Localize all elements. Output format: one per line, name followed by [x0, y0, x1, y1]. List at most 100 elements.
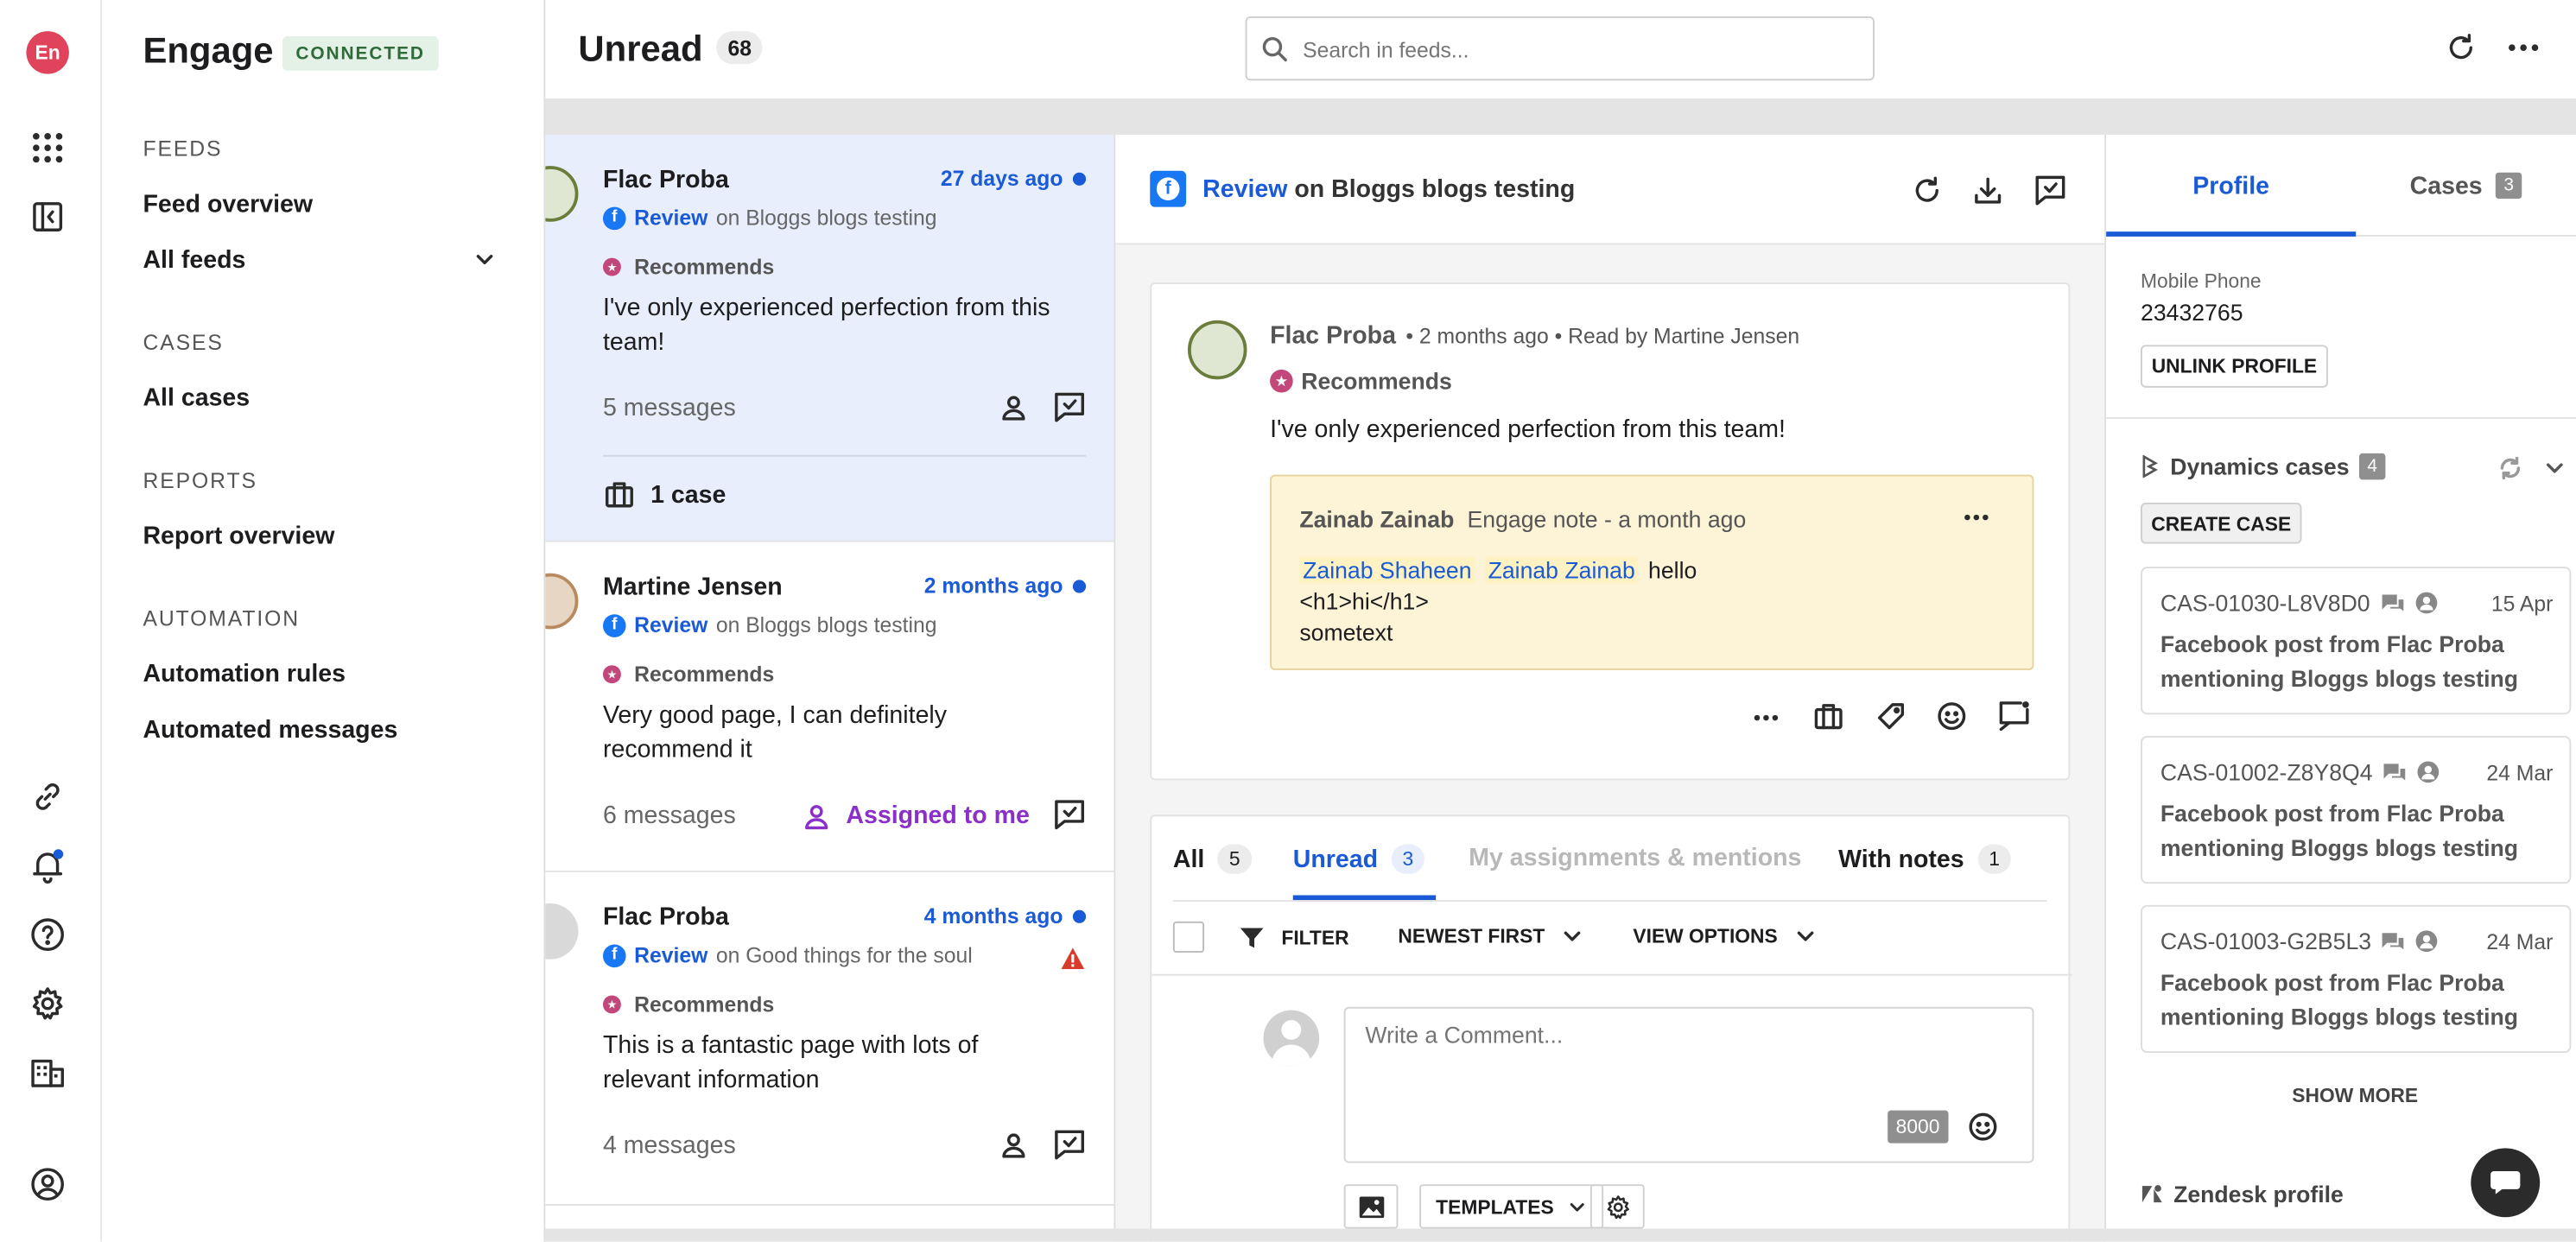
briefcase-icon[interactable]: [1814, 701, 1843, 731]
phone-value: 23432765: [2141, 299, 2243, 326]
sidebar-item-automation-rules[interactable]: Automation rules: [143, 661, 346, 688]
profile-tabs: Profile Cases 3: [2106, 134, 2576, 237]
chevron-down-icon[interactable]: [2543, 457, 2566, 480]
post-text: I've only experienced perfection from th…: [1270, 415, 1786, 444]
star-icon: ★: [602, 665, 621, 684]
tab-my-assignments[interactable]: My assignments & mentions: [1469, 845, 1801, 872]
sidebar-item-automated-messages[interactable]: Automated messages: [143, 716, 397, 744]
horizontal-scrollbar[interactable]: [545, 1228, 2576, 1242]
show-more-button[interactable]: SHOW MORE: [2106, 1084, 2576, 1107]
case-title: Facebook post from Flac Proba mentioning…: [2160, 800, 2519, 861]
case-card[interactable]: CAS-01030-L8V8D0 15 Apr Facebook post fr…: [2141, 567, 2572, 715]
chat-check-icon[interactable]: [1053, 1129, 1086, 1160]
smiley-icon[interactable]: [1937, 701, 1966, 731]
tab-all[interactable]: All 5: [1173, 844, 1252, 874]
templates-dropdown[interactable]: TEMPLATES: [1419, 1184, 1603, 1229]
note-line-3: sometext: [1299, 618, 1393, 646]
chat-bubble-icon[interactable]: [2471, 1148, 2541, 1218]
mention[interactable]: Zainab Shaheen: [1299, 556, 1475, 584]
create-case-button[interactable]: CREATE CASE: [2141, 502, 2302, 544]
feed-item-rating: ★ Recommends: [602, 662, 774, 687]
assigned-to-me[interactable]: Assigned to me: [803, 802, 1030, 829]
note-line-2: <h1>hi</h1>: [1299, 587, 1429, 615]
feed-item-text: Very good page, I can definitely recomme…: [602, 701, 948, 764]
chat-check-icon[interactable]: [1053, 391, 1086, 422]
app-logo[interactable]: En: [26, 31, 69, 74]
unread-dot: [1072, 579, 1087, 592]
sidebar-toggle-icon[interactable]: [26, 195, 68, 238]
chevron-down-icon[interactable]: [473, 248, 497, 271]
feed-item-time: 27 days ago: [941, 166, 1087, 191]
comment-box[interactable]: 8000: [1343, 1006, 2034, 1163]
sidebar-item-report-overview[interactable]: Report overview: [143, 523, 334, 550]
user-circle-icon[interactable]: [26, 1163, 68, 1205]
feed-item[interactable]: Flac Proba 27 days ago f Review on Bloggs…: [545, 134, 1114, 542]
filter-button[interactable]: FILTER: [1239, 925, 1349, 951]
tab-profile[interactable]: Profile: [2106, 135, 2356, 237]
apps-icon[interactable]: [26, 126, 68, 168]
link-icon[interactable]: [26, 776, 68, 818]
sidebar-item-all-cases[interactable]: All cases: [143, 384, 250, 412]
chevron-down-icon: [1570, 1202, 1584, 1211]
search-input[interactable]: [1303, 33, 1845, 67]
bell-icon[interactable]: [26, 845, 68, 887]
tab-unread[interactable]: Unread 3: [1293, 844, 1425, 874]
sidebar-item-all-feeds[interactable]: All feeds: [143, 246, 501, 274]
feed-item-source: f Review on Bloggs blogs testing: [602, 612, 937, 637]
feed-item[interactable]: Martine Jensen 2 months ago f Review on B…: [545, 542, 1114, 872]
note-line-1: Zainab Shaheen Zainab Zainab hello: [1299, 556, 1697, 584]
unread-count-badge: 68: [716, 31, 764, 65]
chat-bubble-icon: [2381, 593, 2403, 611]
feed-item-text: I've only experienced perfection from th…: [602, 294, 1050, 357]
briefcase-icon: [605, 479, 634, 509]
dynamics-icon: [2142, 454, 2158, 478]
view-options-dropdown[interactable]: VIEW OPTIONS: [1633, 925, 1817, 947]
icon-rail: En: [0, 0, 102, 1242]
help-icon[interactable]: [26, 913, 68, 955]
mention[interactable]: Zainab Zainab: [1484, 556, 1639, 584]
search-box[interactable]: [1245, 16, 1875, 81]
more-icon[interactable]: [2507, 33, 2540, 62]
feed-item-author: Flac Proba: [602, 166, 729, 194]
feed-item-rating: ★ Recommends: [602, 992, 774, 1017]
assign-user-icon[interactable]: [1000, 394, 1026, 421]
comment-input[interactable]: [1365, 1021, 2007, 1105]
tag-icon[interactable]: [1876, 701, 1906, 731]
chat-add-icon[interactable]: [1998, 700, 2031, 732]
smiley-icon[interactable]: [1968, 1112, 1997, 1142]
tab-cases[interactable]: Cases 3: [2356, 135, 2576, 237]
sync-icon[interactable]: [2499, 456, 2522, 480]
image-icon[interactable]: [1343, 1184, 1399, 1229]
feed-item-message-count: 6 messages: [602, 802, 736, 830]
refresh-icon[interactable]: [1913, 175, 1942, 205]
download-icon[interactable]: [1973, 175, 2002, 205]
sidebar-section-reports: REPORTS: [143, 468, 257, 493]
facebook-icon: f: [602, 613, 626, 637]
avatar: [1188, 320, 1247, 380]
feed-item-message-count: 4 messages: [602, 1131, 736, 1160]
gear-icon[interactable]: [1589, 1184, 1645, 1229]
refresh-icon[interactable]: [2446, 33, 2476, 62]
unlink-profile-button[interactable]: UNLINK PROFILE: [2141, 345, 2328, 388]
chat-check-icon[interactable]: [1053, 798, 1086, 830]
feed-item-case-count[interactable]: 1 case: [650, 481, 726, 509]
case-header: CAS-01030-L8V8D0: [2160, 590, 2438, 616]
gear-icon[interactable]: [26, 982, 68, 1024]
case-card[interactable]: CAS-01003-G2B5L3 24 Mar Facebook post fr…: [2141, 904, 2572, 1054]
chat-bubble-icon: [2382, 932, 2405, 949]
case-card[interactable]: CAS-01002-Z8Y8Q4 24 Mar Facebook post fr…: [2141, 736, 2572, 884]
feed-item[interactable]: Flac Proba 4 months ago f Review on Good …: [545, 871, 1114, 1206]
sidebar-item-feed-overview[interactable]: Feed overview: [143, 191, 313, 219]
chat-check-icon[interactable]: [2034, 174, 2066, 206]
zendesk-icon: [2141, 1185, 2162, 1203]
assign-user-icon[interactable]: [1000, 1131, 1026, 1158]
more-icon[interactable]: [1753, 705, 1779, 731]
sort-dropdown[interactable]: NEWEST FIRST: [1398, 925, 1584, 947]
more-icon[interactable]: [1964, 506, 1989, 529]
tab-with-notes[interactable]: With notes 1: [1838, 844, 2012, 874]
select-all-checkbox[interactable]: [1172, 921, 1205, 954]
comments-card: All 5 Unread 3 My assignments & mentions W…: [1150, 814, 2072, 1242]
zendesk-header[interactable]: Zendesk profile: [2141, 1181, 2344, 1207]
feed-item-author: Flac Proba: [602, 903, 729, 932]
buildings-icon[interactable]: [26, 1051, 68, 1093]
